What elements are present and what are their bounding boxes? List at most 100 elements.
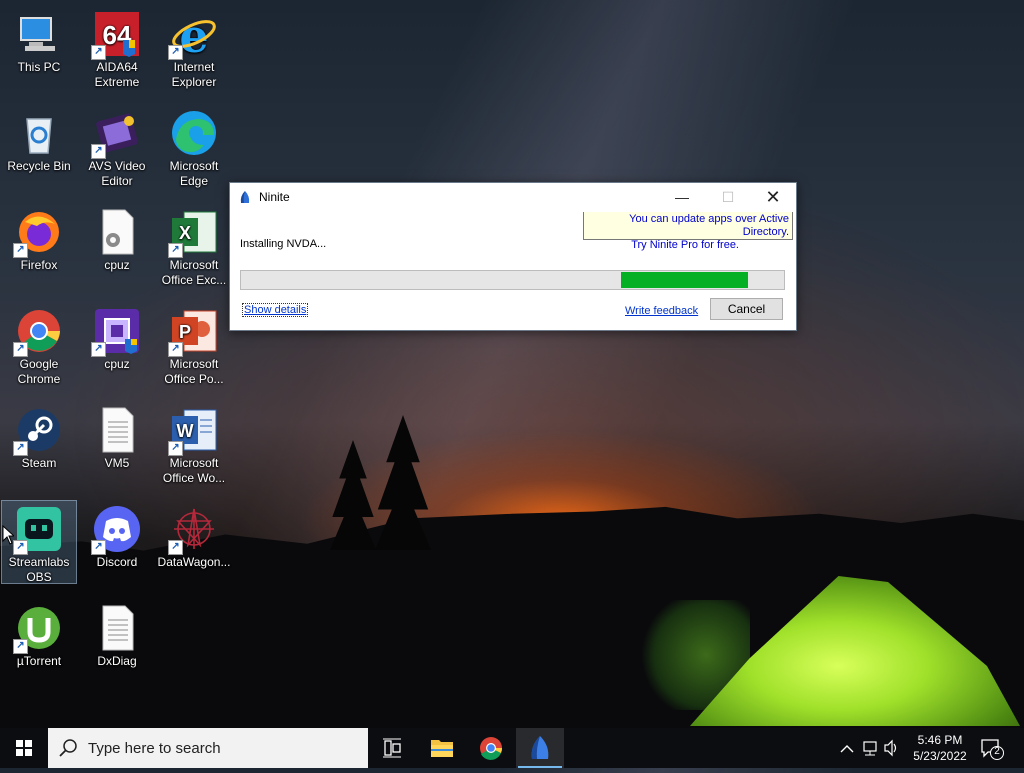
svg-text:X: X <box>179 223 191 243</box>
ninite-logo-icon <box>240 191 250 203</box>
desktop-icon-utorrent[interactable]: ↗ µTorrent <box>2 600 76 669</box>
taskbar: Type here to search 5:46 PM 5/23/2022 2 <box>0 728 1024 768</box>
powerpoint-icon: P ↗ <box>168 307 218 357</box>
svg-text:W: W <box>177 421 194 441</box>
notification-count: 2 <box>994 746 1000 757</box>
windows-logo-icon <box>16 740 32 756</box>
shortcut-arrow-icon: ↗ <box>91 342 106 357</box>
desktop-icon-avs-video-editor[interactable]: ↗ AVS Video Editor <box>80 105 154 189</box>
shortcut-arrow-icon: ↗ <box>168 243 183 258</box>
desktop-icon-cpuz-app[interactable]: ↗ cpuz <box>80 303 154 372</box>
shortcut-arrow-icon: ↗ <box>13 441 28 456</box>
ad-line-2: Try Ninite Pro for free. <box>631 239 739 251</box>
desktop-icon-label: DxDiag <box>97 654 137 668</box>
ninite-titlebar[interactable]: Ninite — ☐ ✕ <box>230 183 796 211</box>
desktop-icon-label: This PC <box>17 60 61 74</box>
datawagon-icon: ↗ <box>168 505 218 555</box>
volume-icon[interactable] <box>884 739 897 757</box>
desktop-icon-label: AIDA64 Extreme <box>94 60 140 89</box>
desktop-icon-label: µTorrent <box>16 654 62 668</box>
shortcut-arrow-icon: ↗ <box>13 342 28 357</box>
desktop-icon-aida64[interactable]: 64 ↗ AIDA64 Extreme <box>80 6 154 90</box>
desktop-icon-label: Steam <box>21 456 57 470</box>
desktop-icon-datawagon[interactable]: ↗ DataWagon... <box>157 501 231 570</box>
minimize-button[interactable]: — <box>659 183 705 211</box>
firefox-icon: ↗ <box>13 208 63 258</box>
desktop-icon-microsoft-edge[interactable]: Microsoft Edge <box>157 105 231 189</box>
excel-icon: X ↗ <box>168 208 218 258</box>
svg-text:P: P <box>179 322 191 342</box>
taskbar-file-explorer[interactable] <box>418 728 466 768</box>
steam-icon: ↗ <box>13 406 63 456</box>
desktop-icon-label: Recycle Bin <box>7 159 71 173</box>
desktop-icon-vm5[interactable]: VM5 <box>80 402 154 471</box>
shortcut-arrow-icon: ↗ <box>168 45 183 60</box>
cancel-button[interactable]: Cancel <box>710 298 783 320</box>
desktop-icon-google-chrome[interactable]: ↗ Google Chrome <box>2 303 76 387</box>
recycle-bin-icon <box>15 109 63 157</box>
taskbar-ninite[interactable] <box>516 728 564 768</box>
desktop-icon-label: Microsoft Office Exc... <box>161 258 227 287</box>
clock-time: 5:46 PM <box>917 733 963 747</box>
desktop-icon-label: Internet Explorer <box>171 60 217 89</box>
start-button[interactable] <box>0 728 48 768</box>
chrome-icon: ↗ <box>13 307 63 357</box>
shortcut-arrow-icon: ↗ <box>91 540 106 555</box>
desktop-icon-label: Google Chrome <box>17 357 61 386</box>
window-title: Ninite <box>259 190 290 204</box>
system-tray <box>836 728 902 768</box>
shortcut-arrow-icon: ↗ <box>168 441 183 456</box>
desktop-icon-microsoft-excel[interactable]: X ↗ Microsoft Office Exc... <box>157 204 231 288</box>
computer-icon <box>15 10 63 58</box>
taskbar-search-box[interactable]: Type here to search <box>48 728 368 768</box>
search-placeholder: Type here to search <box>88 740 221 757</box>
taskbar-clock[interactable]: 5:46 PM 5/23/2022 <box>904 732 976 764</box>
desktop-icon-microsoft-powerpoint[interactable]: P ↗ Microsoft Office Po... <box>157 303 231 387</box>
settings-file-icon <box>93 208 141 256</box>
show-details-link[interactable]: Show details <box>241 303 309 317</box>
desktop-icon-dxdiag[interactable]: DxDiag <box>80 600 154 669</box>
shortcut-arrow-icon: ↗ <box>168 342 183 357</box>
desktop-icon-firefox[interactable]: ↗ Firefox <box>2 204 76 273</box>
task-view-icon <box>383 738 401 758</box>
ninite-pro-ad[interactable]: You can update apps over Active Director… <box>583 212 793 251</box>
shortcut-arrow-icon: ↗ <box>91 45 106 60</box>
install-status: Installing NVDA... <box>240 238 327 250</box>
desktop-icon-discord[interactable]: ↗ Discord <box>80 501 154 570</box>
chrome-icon <box>480 737 503 760</box>
close-button[interactable]: ✕ <box>750 183 796 211</box>
show-hidden-icons-chevron-icon[interactable] <box>840 745 854 753</box>
aida64-icon: 64 ↗ <box>91 10 141 60</box>
write-feedback-link[interactable]: Write feedback <box>625 305 698 317</box>
shortcut-arrow-icon: ↗ <box>13 540 28 555</box>
desktop-icon-microsoft-word[interactable]: W ↗ Microsoft Office Wo... <box>157 402 231 486</box>
task-view-button[interactable] <box>368 728 416 768</box>
taskbar-chrome[interactable] <box>467 728 515 768</box>
svg-text:e: e <box>179 10 208 58</box>
desktop-icon-steam[interactable]: ↗ Steam <box>2 402 76 471</box>
desktop-icon-recycle-bin[interactable]: Recycle Bin <box>2 105 76 174</box>
desktop-icon-label: AVS Video Editor <box>88 159 146 188</box>
desktop-icon-label: Microsoft Edge <box>169 159 219 188</box>
folder-icon <box>431 740 453 757</box>
maximize-button[interactable]: ☐ <box>705 183 751 211</box>
desktop-icon-label: Discord <box>96 555 138 569</box>
discord-icon: ↗ <box>91 505 141 555</box>
desktop-icon-label: Firefox <box>20 258 58 272</box>
network-icon[interactable] <box>863 741 877 756</box>
desktop-icon-label: DataWagon... <box>157 555 231 569</box>
desktop-icon-this-pc[interactable]: This PC <box>2 6 76 75</box>
cpu-chip-icon: ↗ <box>91 307 141 357</box>
ninite-window: Ninite — ☐ ✕ You can update apps over Ac… <box>229 182 797 331</box>
shortcut-arrow-icon: ↗ <box>13 243 28 258</box>
edge-icon <box>170 109 218 157</box>
shortcut-arrow-icon: ↗ <box>168 540 183 555</box>
desktop-icon-cpuz-file[interactable]: cpuz <box>80 204 154 273</box>
ad-line-1: You can update apps over Active Director… <box>629 213 789 238</box>
action-center-button[interactable]: 2 <box>980 736 1004 760</box>
search-icon <box>59 739 77 757</box>
clock-date: 5/23/2022 <box>913 749 967 763</box>
install-progress-bar <box>240 270 785 290</box>
desktop-icon-internet-explorer[interactable]: e ↗ Internet Explorer <box>157 6 231 90</box>
utorrent-icon: ↗ <box>13 604 63 654</box>
